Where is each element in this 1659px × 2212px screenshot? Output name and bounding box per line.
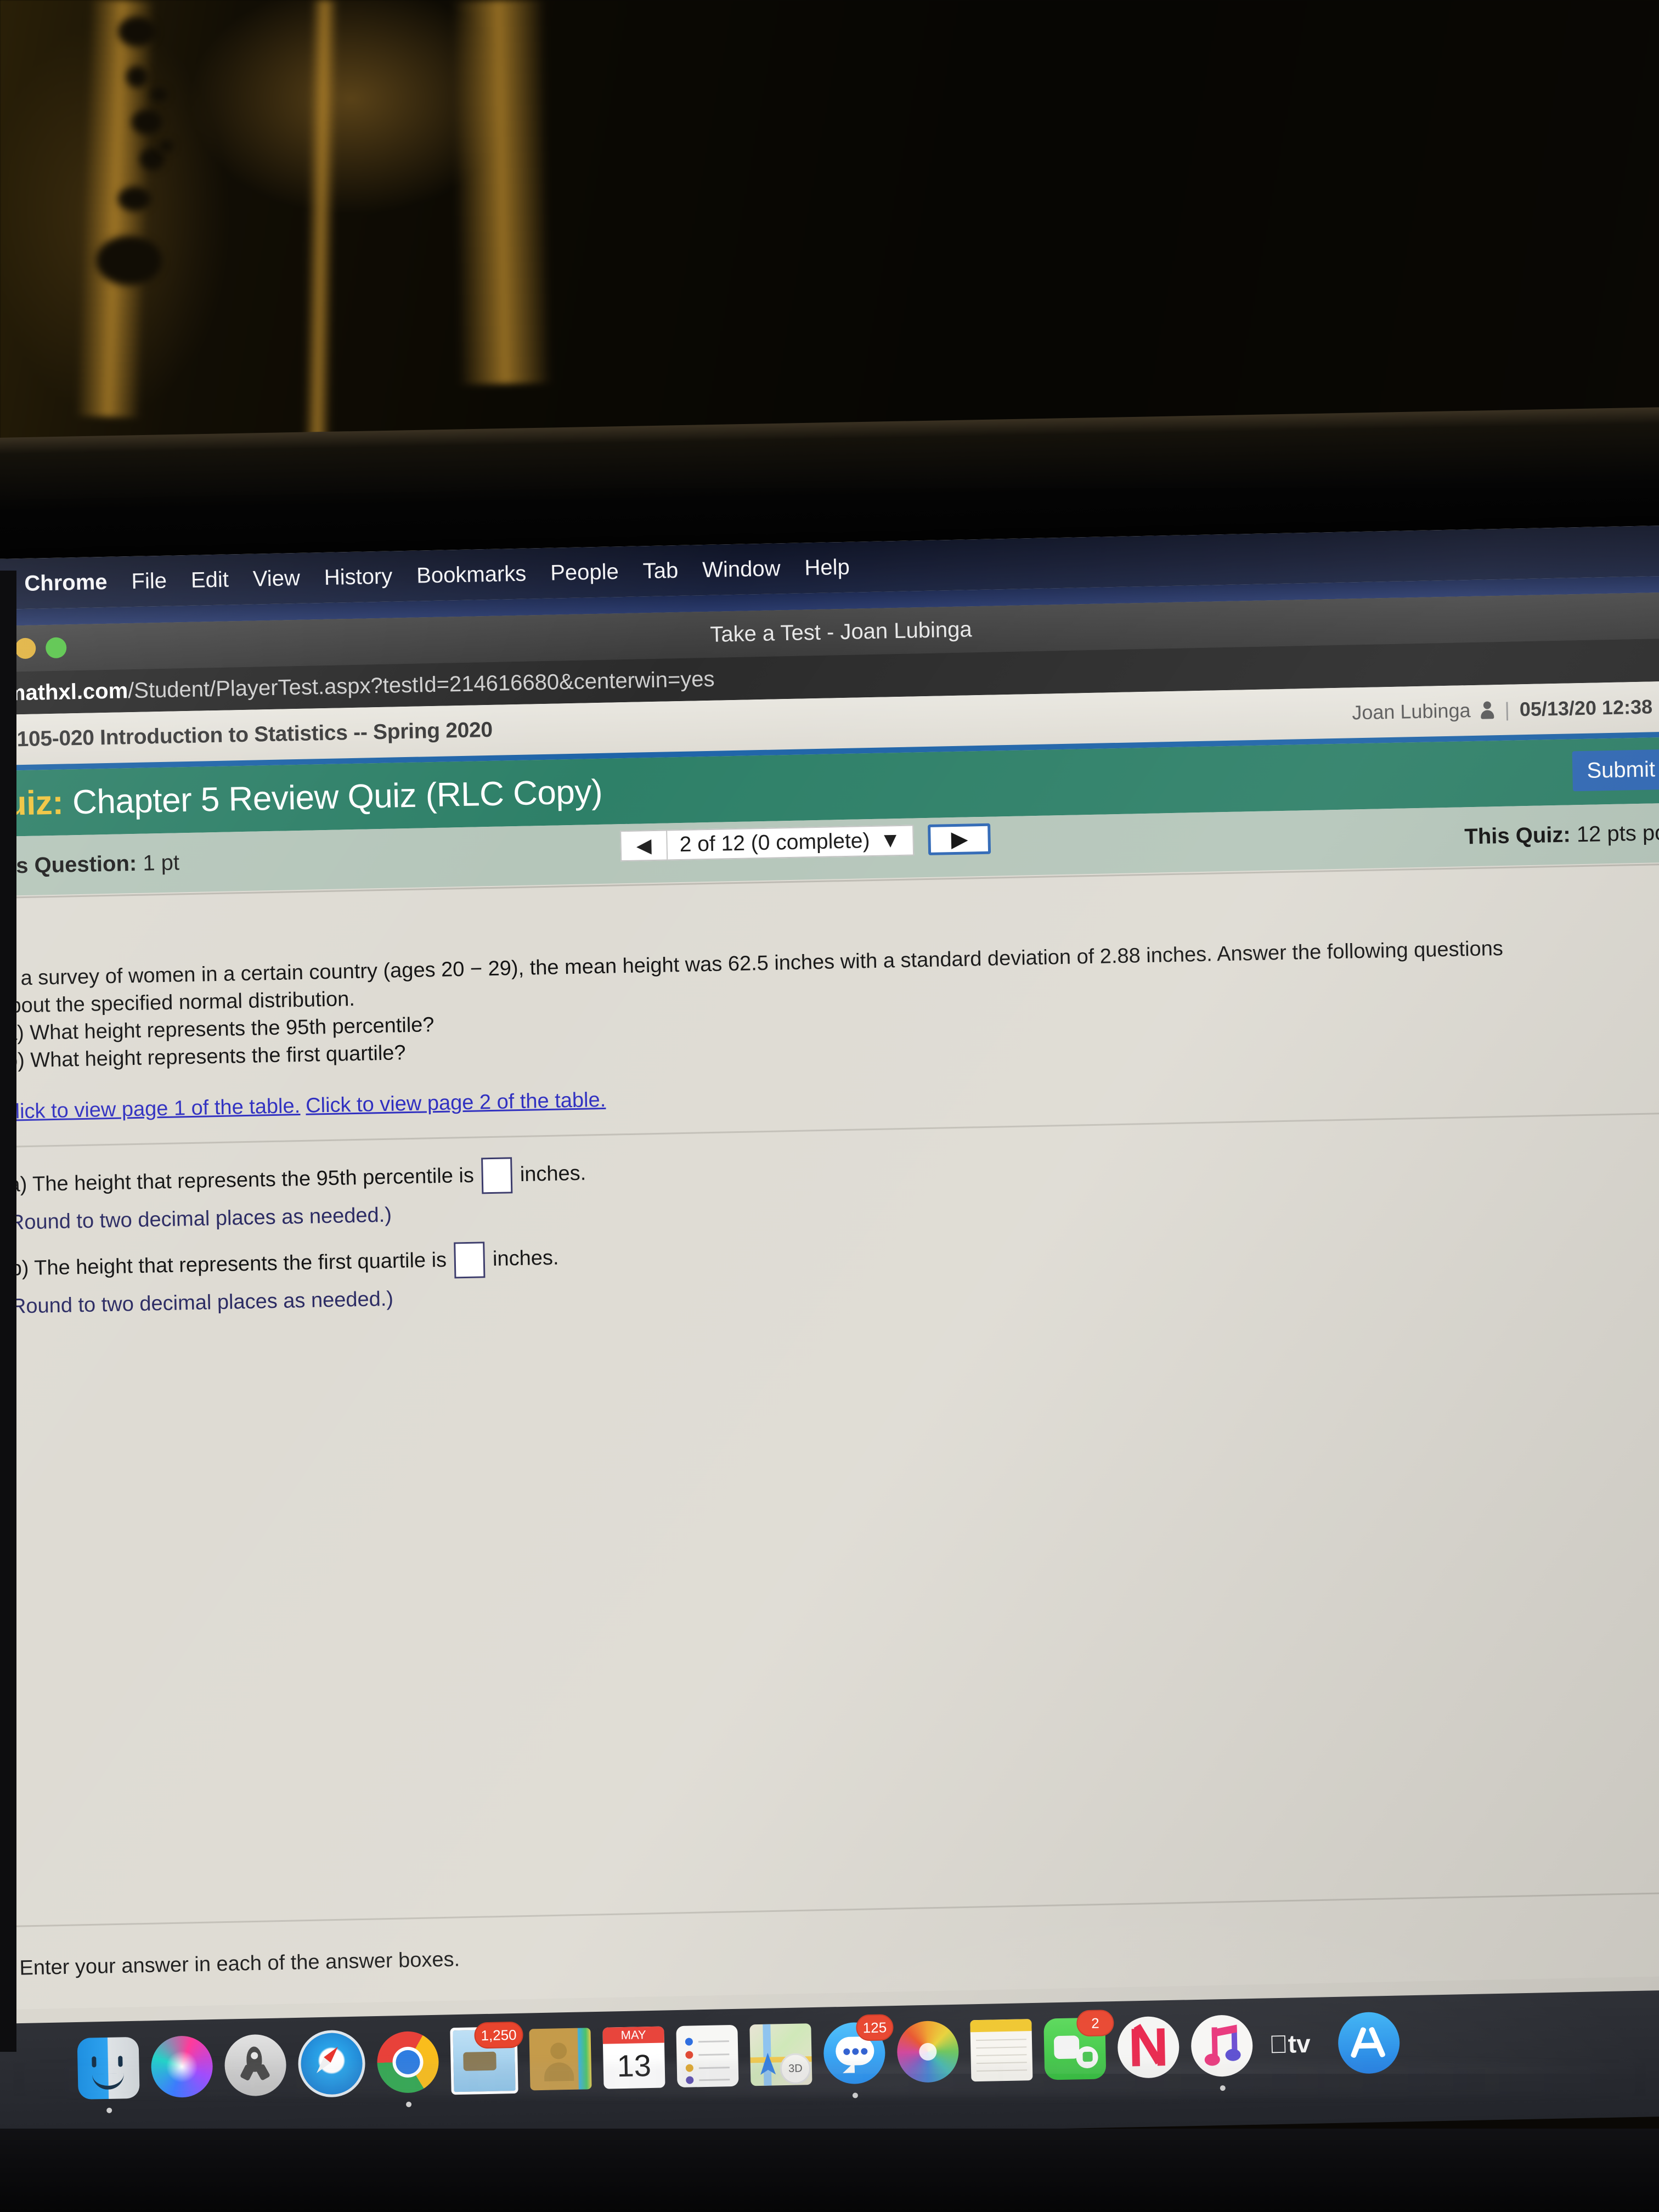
desk-surface <box>0 2129 1659 2212</box>
quiz-title: Quiz: Chapter 5 Review Quiz (RLC Copy) <box>0 772 603 823</box>
submit-quiz-button[interactable]: Submit Quiz <box>1572 748 1659 792</box>
question-stepper[interactable]: ◀ 2 of 12 (0 complete) ▼ ▶ <box>620 823 991 862</box>
this-question-label: This Question: <box>0 851 137 878</box>
answer-b-prefix: (b) The height that represents the first… <box>3 1248 447 1281</box>
quiz-title-text: Chapter 5 Review Quiz (RLC Copy) <box>72 772 603 821</box>
quiz-points-value: 12 pts possible <box>1576 819 1659 847</box>
appletv-label: tv <box>1268 2029 1311 2059</box>
person-icon[interactable] <box>1480 701 1495 719</box>
footer-message: Enter your answer in each of the answer … <box>19 1947 460 1980</box>
url-text[interactable]: mathxl.com/Student/PlayerTest.aspx?testI… <box>5 667 715 706</box>
facetime-badge: 2 <box>1076 2010 1114 2037</box>
quiz-points-label: This Quiz: <box>1464 822 1571 849</box>
this-question-info: This Question: 1 pt <box>0 850 179 879</box>
chevron-down-icon[interactable]: ▼ <box>879 828 901 853</box>
menu-item-chrome[interactable]: Chrome <box>12 569 120 596</box>
header-datetime: 05/13/20 12:38 PM <box>1519 695 1659 721</box>
menu-item-window[interactable]: Window <box>690 556 793 583</box>
view-table-page-1-link[interactable]: Click to view page 1 of the table. <box>0 1094 301 1124</box>
background-backdrop <box>0 0 1659 461</box>
footer-bar: Enter your answer in each of the answer … <box>0 1891 1659 2010</box>
running-indicator <box>405 2101 412 2107</box>
menu-item-history[interactable]: History <box>312 564 404 590</box>
menu-item-help[interactable]: Help <box>792 555 862 581</box>
quiz-points: This Quiz: 12 pts possible <box>1464 819 1659 849</box>
apple-logo-icon:  <box>1269 2030 1289 2059</box>
answer-a-prefix: (a) The height that represents the 95th … <box>1 1164 475 1197</box>
triangle-left-icon[interactable]: ◀ <box>620 830 668 862</box>
menu-item-people[interactable]: People <box>538 559 631 585</box>
desk-glow <box>0 2063 1659 2096</box>
menu-item-edit[interactable]: Edit <box>178 567 241 592</box>
answer-b-input[interactable] <box>454 1241 486 1279</box>
question-position-label: 2 of 12 (0 complete) <box>679 829 870 857</box>
answer-a-suffix: inches. <box>520 1161 586 1187</box>
menu-item-bookmarks[interactable]: Bookmarks <box>404 561 539 589</box>
answer-a-input[interactable] <box>481 1156 513 1194</box>
mathxl-page: MA105-020 Introduction to Statistics -- … <box>0 680 1659 2010</box>
user-name[interactable]: Joan Lubinga <box>1352 699 1471 724</box>
photo-scene:  Chrome File Edit View History Bookmark… <box>0 0 1659 2212</box>
calendar-month: MAY <box>602 2026 664 2044</box>
laptop-screen:  Chrome File Edit View History Bookmark… <box>0 524 1659 2074</box>
account-area: Joan Lubinga | 05/13/20 12:38 PM <box>1352 695 1659 725</box>
running-indicator <box>106 2107 112 2113</box>
question-position-dropdown[interactable]: 2 of 12 (0 complete) ▼ <box>667 825 915 861</box>
question-body: In a survey of women in a certain countr… <box>0 905 1659 1124</box>
photo-edge-left <box>0 571 16 2052</box>
messages-badge: 125 <box>855 2014 894 2041</box>
url-host: mathxl.com <box>5 678 128 706</box>
answer-b-suffix: inches. <box>492 1246 559 1271</box>
this-question-points: 1 pt <box>142 850 180 876</box>
mail-badge: 1,250 <box>474 2021 524 2049</box>
menu-item-tab[interactable]: Tab <box>630 558 690 584</box>
menu-item-view[interactable]: View <box>240 566 312 592</box>
triangle-right-icon[interactable]: ▶ <box>928 823 991 855</box>
menu-item-file[interactable]: File <box>119 568 179 594</box>
course-name: MA105-020 Introduction to Statistics -- … <box>0 718 493 752</box>
view-table-page-2-link[interactable]: Click to view page 2 of the table. <box>306 1088 606 1117</box>
table-links: Click to view page 1 of the table. Click … <box>0 1066 1659 1124</box>
url-path: /Student/PlayerTest.aspx?testId=21461668… <box>127 667 715 703</box>
header-separator: | <box>1504 698 1510 721</box>
